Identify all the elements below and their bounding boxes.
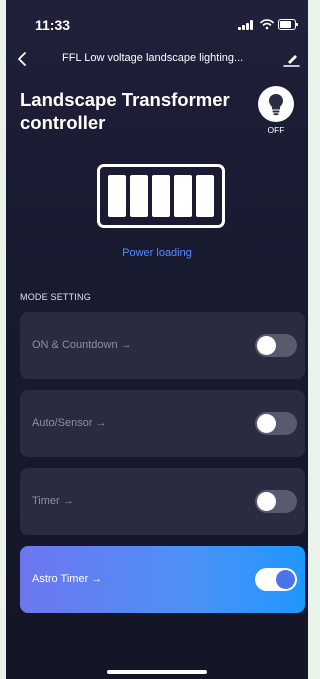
power-state-label: OFF	[267, 125, 285, 135]
device-name: FFL Low voltage landscape lighting...	[62, 52, 244, 64]
mode-card-auto-sensor[interactable]: Auto/Sensor →	[20, 390, 305, 457]
mode-card-timer[interactable]: Timer →	[20, 468, 305, 535]
toggle-knob	[276, 570, 295, 589]
mode-card-astro-timer[interactable]: Astro Timer →	[20, 546, 305, 613]
battery-segment	[152, 175, 170, 217]
power-loading-label: Power loading	[122, 247, 192, 259]
back-button[interactable]	[12, 48, 34, 70]
battery-segment	[174, 175, 192, 217]
edit-icon	[283, 55, 300, 67]
page-title: Landscape Transformer controller	[20, 89, 230, 133]
battery-load-icon	[97, 164, 225, 228]
bulb-background	[258, 86, 294, 122]
battery-segment	[130, 175, 148, 217]
battery-segment	[196, 175, 214, 217]
toggle-knob	[257, 414, 276, 433]
mode-card-on-countdown[interactable]: ON & Countdown →	[20, 312, 305, 379]
toggle-switch[interactable]	[255, 490, 297, 513]
home-indicator[interactable]	[107, 670, 207, 674]
edit-button[interactable]	[280, 48, 302, 70]
status-icons	[236, 18, 298, 32]
wifi-icon	[260, 19, 274, 30]
toggle-switch[interactable]	[255, 568, 297, 591]
navigation-bar: FFL Low voltage landscape lighting...	[6, 46, 308, 72]
power-toggle-button[interactable]: OFF	[256, 86, 296, 138]
mode-label: Auto/Sensor →	[32, 417, 107, 429]
section-title-mode-setting: MODE SETTING	[20, 292, 91, 302]
signal-icon	[238, 20, 256, 30]
battery-icon	[278, 19, 298, 30]
toggle-switch[interactable]	[255, 412, 297, 435]
app-screen: 11:33 FFL Low voltage landscape lighting…	[6, 0, 308, 679]
mode-label: Timer →	[32, 495, 74, 507]
status-bar: 11:33	[6, 0, 308, 46]
lightbulb-icon	[269, 94, 283, 116]
mode-label: Astro Timer →	[32, 573, 103, 585]
battery-segment	[108, 175, 126, 217]
toggle-knob	[257, 336, 276, 355]
status-time: 11:33	[35, 17, 71, 33]
toggle-knob	[257, 492, 276, 511]
mode-label: ON & Countdown →	[32, 339, 132, 351]
chevron-left-icon	[18, 52, 26, 66]
toggle-switch[interactable]	[255, 334, 297, 357]
